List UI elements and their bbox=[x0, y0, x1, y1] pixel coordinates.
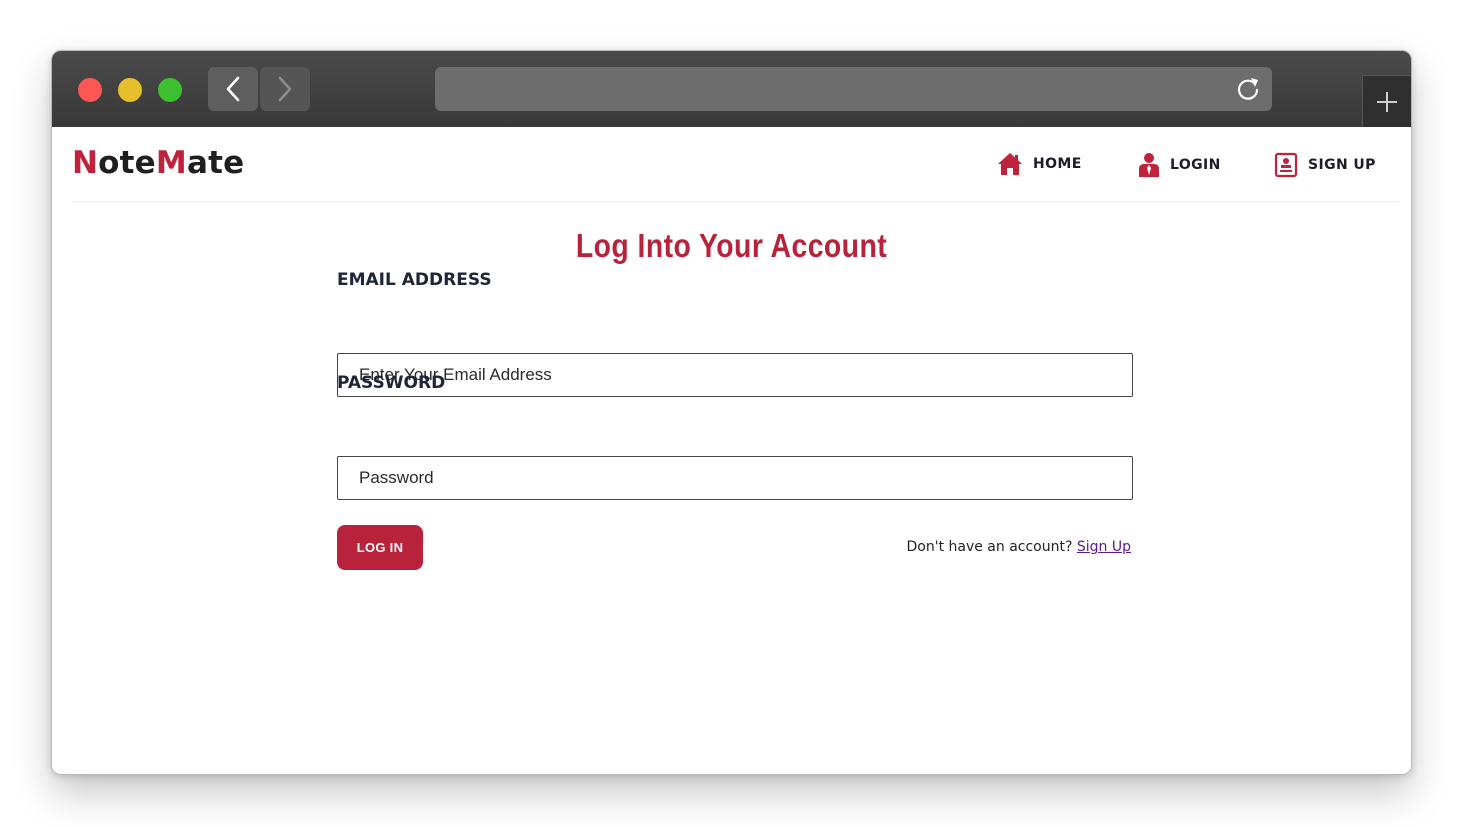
brand-text-ate: ate bbox=[186, 145, 245, 181]
signup-prompt-text: Don't have an account? bbox=[906, 539, 1073, 555]
password-field[interactable] bbox=[337, 456, 1133, 500]
email-field[interactable] bbox=[337, 353, 1133, 397]
maximize-window-button[interactable] bbox=[158, 78, 182, 102]
minimize-window-button[interactable] bbox=[118, 78, 142, 102]
nav-item-signup[interactable]: SIGN UP bbox=[1274, 152, 1376, 178]
brand-accent-m: M bbox=[155, 145, 187, 181]
plus-icon bbox=[1377, 92, 1397, 112]
brand-accent-n: N bbox=[72, 145, 99, 181]
new-tab-button[interactable] bbox=[1362, 75, 1411, 128]
signup-link[interactable]: Sign Up bbox=[1077, 539, 1131, 555]
user-icon bbox=[1139, 153, 1159, 177]
login-button[interactable]: LOG IN bbox=[337, 525, 423, 570]
home-icon bbox=[998, 153, 1022, 175]
page-title: Log Into Your Account bbox=[575, 227, 888, 264]
browser-window: NoteMate HOME LOGIN SIGN UP Log Into You… bbox=[51, 50, 1412, 775]
chevron-left-icon bbox=[226, 76, 240, 102]
address-bar[interactable] bbox=[435, 67, 1272, 111]
signup-prompt: Don't have an account? Sign Up bbox=[907, 539, 1132, 555]
reload-icon[interactable] bbox=[1234, 75, 1262, 103]
nav-home-label: HOME bbox=[1033, 156, 1082, 172]
password-label: PASSWORD bbox=[337, 373, 446, 393]
browser-titlebar bbox=[52, 51, 1411, 128]
header-divider bbox=[72, 201, 1398, 202]
nav-item-home[interactable]: HOME bbox=[997, 152, 1082, 176]
back-button[interactable] bbox=[208, 67, 258, 111]
brand-text-ote: ote bbox=[98, 145, 156, 181]
nav-login-label: LOGIN bbox=[1170, 157, 1221, 173]
signup-form-icon bbox=[1274, 152, 1298, 178]
forward-button[interactable] bbox=[260, 67, 310, 111]
nav-item-login[interactable]: LOGIN bbox=[1138, 152, 1221, 178]
chevron-right-icon bbox=[278, 76, 292, 102]
email-label: EMAIL ADDRESS bbox=[337, 270, 492, 290]
close-window-button[interactable] bbox=[78, 78, 102, 102]
brand-logo[interactable]: NoteMate bbox=[72, 145, 244, 181]
page-content: NoteMate HOME LOGIN SIGN UP Log Into You… bbox=[52, 127, 1411, 774]
nav-signup-label: SIGN UP bbox=[1308, 157, 1376, 173]
